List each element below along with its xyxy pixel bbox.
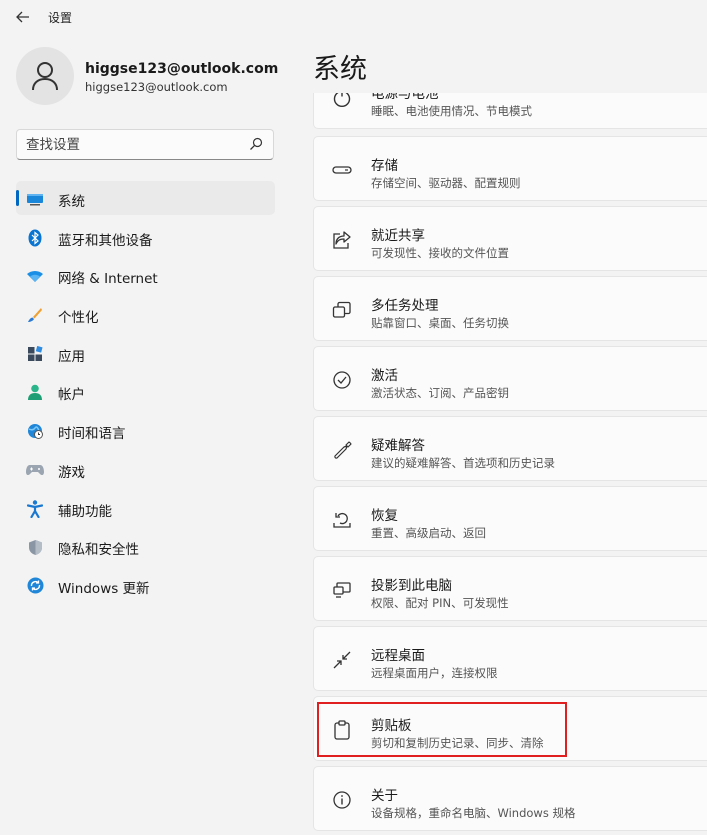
sidebar-item-apps[interactable]: 应用 <box>16 336 275 370</box>
card-title: 多任务处理 <box>371 298 439 314</box>
card-storage[interactable]: 存储 存储空间、驱动器、配置规则 <box>313 136 707 201</box>
card-title: 剪贴板 <box>371 718 412 734</box>
sidebar-item-label: 帐户 <box>58 387 85 404</box>
apps-icon <box>26 345 44 363</box>
sidebar-item-label: 时间和语言 <box>58 426 126 443</box>
card-project-to-pc[interactable]: 投影到此电脑 权限、配对 PIN、可发现性 <box>313 556 707 621</box>
card-subtitle: 睡眠、电池使用情况、节电模式 <box>371 104 532 118</box>
card-nearby-sharing[interactable]: 就近共享 可发现性、接收的文件位置 <box>313 206 707 271</box>
card-title: 激活 <box>371 368 398 384</box>
card-multitasking[interactable]: 多任务处理 贴靠窗口、桌面、任务切换 <box>313 276 707 341</box>
title-bar: 设置 <box>0 0 707 34</box>
info-icon <box>331 789 352 810</box>
bluetooth-icon <box>26 229 44 247</box>
back-button[interactable] <box>10 6 36 28</box>
sidebar-item-label: 应用 <box>58 348 85 365</box>
person-icon <box>32 62 58 91</box>
card-title: 就近共享 <box>371 228 425 244</box>
sidebar-item-label: 网络 & Internet <box>58 271 158 288</box>
sidebar-item-label: 隐私和安全性 <box>58 542 139 559</box>
card-recovery[interactable]: 恢复 重置、高级启动、返回 <box>313 486 707 551</box>
search-input[interactable] <box>26 136 236 153</box>
multitask-icon <box>331 299 352 320</box>
sidebar-item-network[interactable]: 网络 & Internet <box>16 258 275 292</box>
card-about[interactable]: 关于 设备规格，重命名电脑、Windows 规格 <box>313 766 707 831</box>
card-title: 恢复 <box>371 508 398 524</box>
card-subtitle: 激活状态、订阅、产品密钥 <box>371 386 509 400</box>
projection-icon <box>331 579 352 600</box>
sidebar-item-accessibility[interactable]: 辅助功能 <box>16 491 275 525</box>
window-title: 设置 <box>48 11 73 25</box>
sidebar-item-label: 辅助功能 <box>58 503 112 520</box>
sidebar-item-personalization[interactable]: 个性化 <box>16 297 275 331</box>
system-display-icon <box>26 190 44 208</box>
sidebar-item-label: 个性化 <box>58 310 99 327</box>
sidebar-item-windows-update[interactable]: Windows 更新 <box>16 568 275 602</box>
card-subtitle: 重置、高级启动、返回 <box>371 526 486 540</box>
sidebar-item-system[interactable]: 系统 <box>16 181 275 215</box>
sidebar-item-bluetooth[interactable]: 蓝牙和其他设备 <box>16 220 275 254</box>
sidebar-item-time-language[interactable]: 时间和语言 <box>16 413 275 447</box>
card-title: 远程桌面 <box>371 648 425 664</box>
sidebar-item-label: Windows 更新 <box>58 580 150 597</box>
brush-icon <box>26 306 44 324</box>
shield-icon <box>26 538 44 556</box>
card-title: 电源与电池 <box>371 93 439 102</box>
sidebar-item-gaming[interactable]: 游戏 <box>16 452 275 486</box>
card-clipboard[interactable]: 剪贴板 剪切和复制历史记录、同步、清除 <box>313 696 707 761</box>
card-subtitle: 建议的疑难解答、首选项和历史记录 <box>371 456 555 470</box>
power-icon <box>331 93 352 108</box>
card-remote-desktop[interactable]: 远程桌面 远程桌面用户，连接权限 <box>313 626 707 691</box>
card-troubleshoot[interactable]: 疑难解答 建议的疑难解答、首选项和历史记录 <box>313 416 707 481</box>
clipboard-icon <box>331 719 352 740</box>
back-arrow-icon <box>16 11 29 23</box>
globe-clock-icon <box>26 422 44 440</box>
search-icon[interactable] <box>249 137 263 151</box>
search-box[interactable] <box>16 129 274 160</box>
sidebar-item-label: 系统 <box>58 194 85 210</box>
card-subtitle: 设备规格，重命名电脑、Windows 规格 <box>371 806 576 820</box>
windows-update-icon <box>26 577 44 595</box>
settings-list[interactable]: 电源与电池 睡眠、电池使用情况、节电模式 存储 存储空间、驱动器、配置规则 就近… <box>313 93 707 835</box>
card-title: 投影到此电脑 <box>371 578 452 594</box>
wrench-icon <box>331 439 352 460</box>
card-title: 疑难解答 <box>371 438 425 454</box>
storage-drive-icon <box>331 159 352 180</box>
card-subtitle: 权限、配对 PIN、可发现性 <box>371 596 509 610</box>
sidebar-item-privacy[interactable]: 隐私和安全性 <box>16 529 275 563</box>
page-title: 系统 <box>313 54 367 85</box>
wifi-icon <box>26 267 44 285</box>
recovery-icon <box>331 509 352 530</box>
card-subtitle: 远程桌面用户，连接权限 <box>371 666 498 680</box>
card-power[interactable]: 电源与电池 睡眠、电池使用情况、节电模式 <box>313 93 707 129</box>
card-subtitle: 剪切和复制历史记录、同步、清除 <box>371 736 544 750</box>
profile-name: higgse123@outlook.com <box>85 61 279 77</box>
card-title: 存储 <box>371 158 398 174</box>
card-title: 关于 <box>371 788 398 804</box>
sidebar-item-label: 蓝牙和其他设备 <box>58 232 153 249</box>
accessibility-icon <box>26 499 44 518</box>
avatar[interactable] <box>16 47 74 105</box>
card-subtitle: 存储空间、驱动器、配置规则 <box>371 176 521 190</box>
gamepad-icon <box>26 461 44 479</box>
card-activation[interactable]: 激活 激活状态、订阅、产品密钥 <box>313 346 707 411</box>
check-circle-icon <box>331 369 352 390</box>
profile-email: higgse123@outlook.com <box>85 80 228 94</box>
remote-desktop-icon <box>331 649 352 670</box>
card-subtitle: 可发现性、接收的文件位置 <box>371 246 509 260</box>
person-icon <box>26 383 44 401</box>
share-icon <box>331 229 352 250</box>
sidebar-item-accounts[interactable]: 帐户 <box>16 374 275 408</box>
sidebar-item-label: 游戏 <box>58 464 85 481</box>
sidebar-nav: 系统 蓝牙和其他设备 网络 & Internet 个性化 应用 帐户 时间和语言… <box>16 181 275 607</box>
card-subtitle: 贴靠窗口、桌面、任务切换 <box>371 316 509 330</box>
